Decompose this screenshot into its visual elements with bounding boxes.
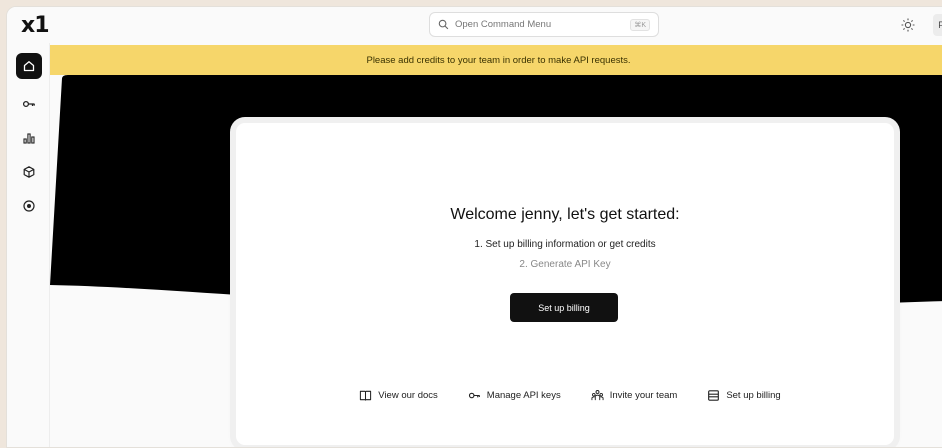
view-docs-label: View our docs bbox=[378, 389, 438, 401]
command-menu-button[interactable]: Open Command Menu ⌘K bbox=[429, 12, 659, 37]
search-icon bbox=[438, 19, 449, 30]
home-icon bbox=[23, 61, 35, 72]
sidebar-item-settings[interactable] bbox=[16, 193, 42, 219]
sidebar-item-home[interactable] bbox=[16, 53, 42, 79]
manage-api-keys-link[interactable]: Manage API keys bbox=[468, 385, 561, 405]
sidebar-item-usage[interactable] bbox=[16, 125, 42, 151]
cube-icon bbox=[23, 166, 35, 178]
team-icon bbox=[591, 389, 604, 400]
sidebar-item-api-keys[interactable] bbox=[16, 91, 42, 117]
app-window: x1 Open Command Menu ⌘K F bbox=[6, 6, 942, 448]
command-menu-label: Open Command Menu bbox=[455, 19, 552, 30]
app-logo[interactable]: x1 bbox=[21, 13, 49, 38]
step-billing: 1. Set up billing information or get cre… bbox=[474, 239, 656, 250]
set-up-billing-link[interactable]: Set up billing bbox=[707, 385, 781, 405]
target-icon bbox=[23, 200, 35, 212]
theme-toggle-button[interactable] bbox=[900, 17, 916, 33]
top-bar: x1 Open Command Menu ⌘K F bbox=[7, 7, 942, 43]
avatar[interactable]: F bbox=[933, 14, 942, 36]
credits-warning-banner: Please add credits to your team in order… bbox=[50, 45, 942, 75]
main-content: Welcome jenny, let's get started: 1. Set… bbox=[50, 75, 942, 447]
shortcut-hint: ⌘K bbox=[630, 18, 650, 31]
view-docs-link[interactable]: View our docs bbox=[359, 385, 438, 405]
invite-team-link[interactable]: Invite your team bbox=[591, 385, 678, 405]
book-icon bbox=[360, 390, 372, 401]
sun-icon bbox=[901, 18, 915, 32]
sidebar bbox=[7, 43, 50, 447]
set-up-billing-label: Set up billing bbox=[726, 389, 781, 401]
key-icon bbox=[468, 392, 480, 398]
quick-links: View our docs Manage API keys Invite you… bbox=[236, 385, 894, 405]
invite-team-label: Invite your team bbox=[609, 389, 678, 401]
billing-icon bbox=[708, 389, 720, 401]
bar-chart-icon bbox=[23, 133, 35, 144]
manage-api-keys-label: Manage API keys bbox=[486, 389, 561, 401]
sidebar-item-models[interactable] bbox=[16, 159, 42, 185]
welcome-heading: Welcome jenny, let's get started: bbox=[450, 206, 680, 223]
step-api-key: 2. Generate API Key bbox=[519, 259, 611, 270]
set-up-billing-button[interactable]: Set up billing bbox=[510, 293, 618, 322]
key-icon bbox=[22, 100, 35, 108]
onboarding-card: Welcome jenny, let's get started: 1. Set… bbox=[236, 123, 894, 445]
